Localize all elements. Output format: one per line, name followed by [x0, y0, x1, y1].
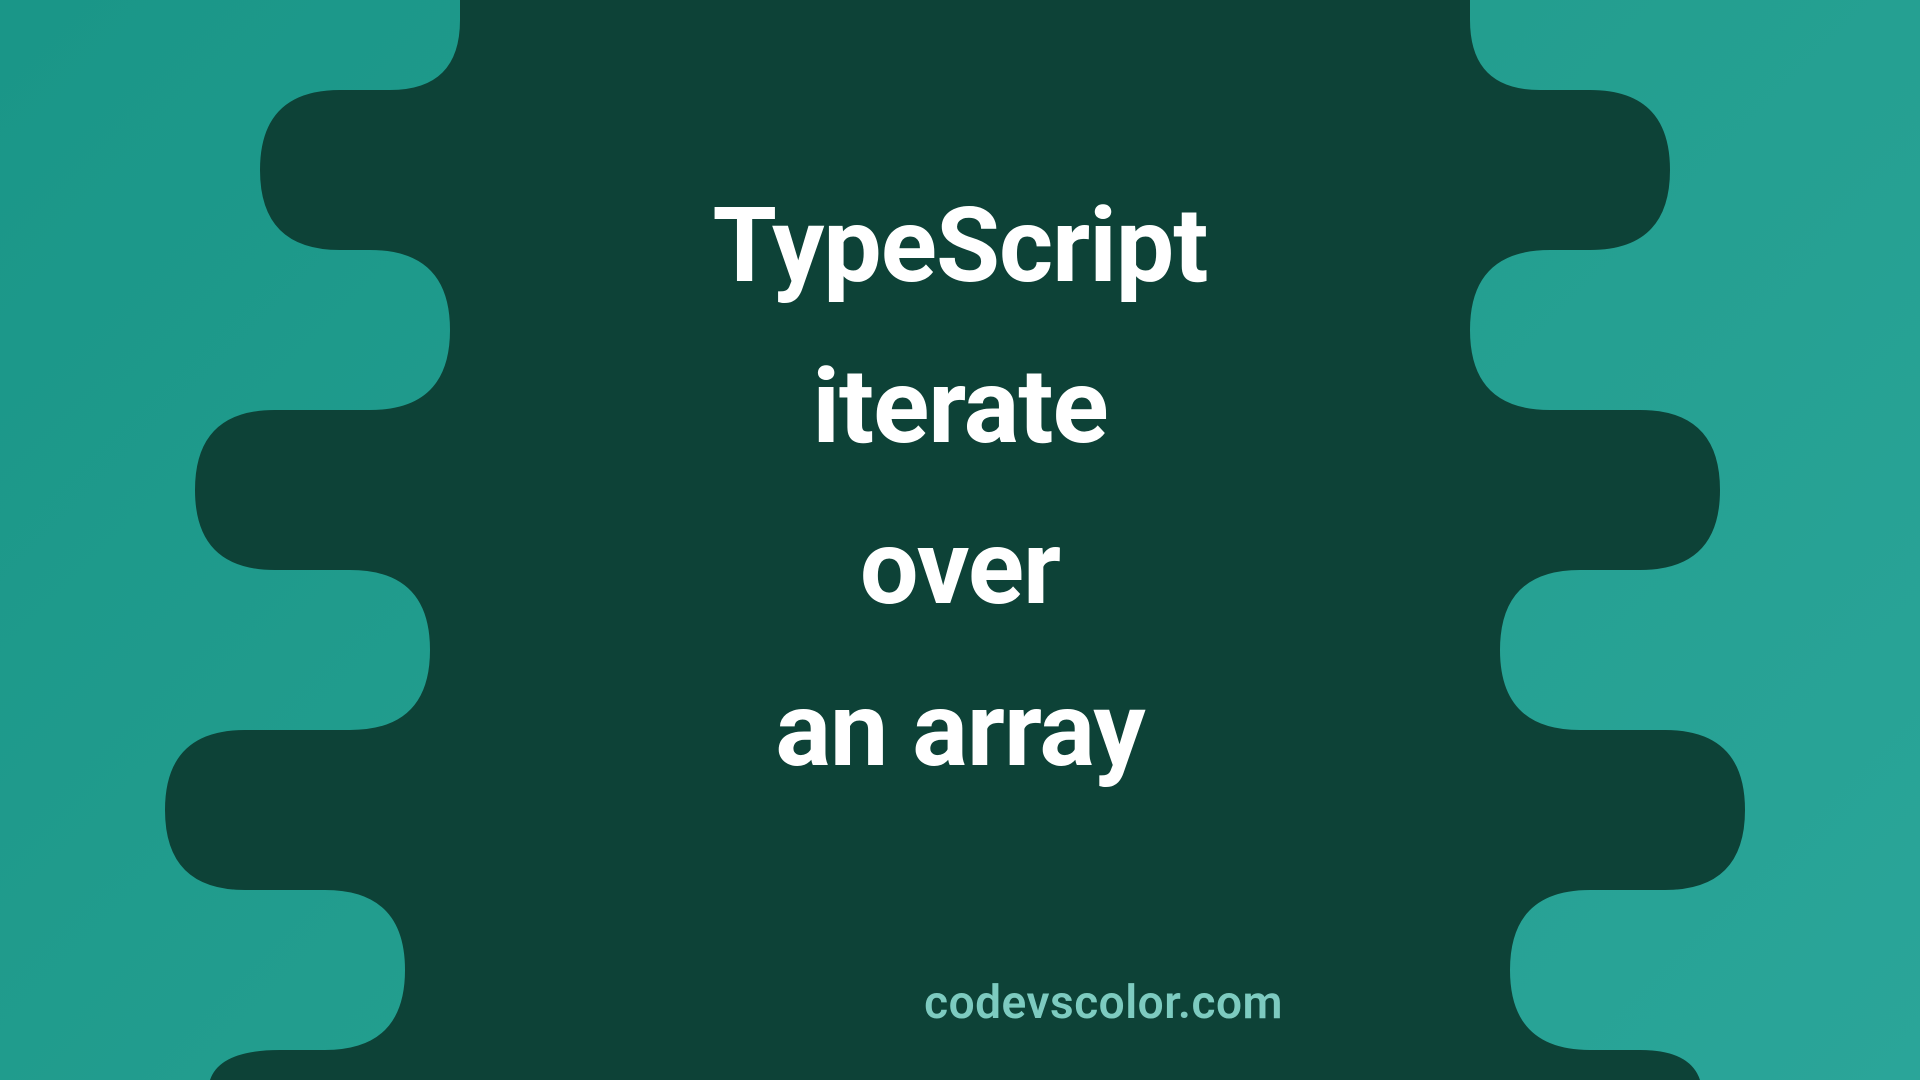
- title-line-1: TypeScript: [713, 166, 1208, 327]
- title-line-2: iterate: [713, 327, 1208, 488]
- credit-text: codevscolor.com: [924, 976, 1283, 1030]
- title-line-3: over: [713, 488, 1208, 649]
- title-block: TypeScript iterate over an array: [713, 166, 1208, 811]
- title-line-4: an array: [713, 650, 1208, 811]
